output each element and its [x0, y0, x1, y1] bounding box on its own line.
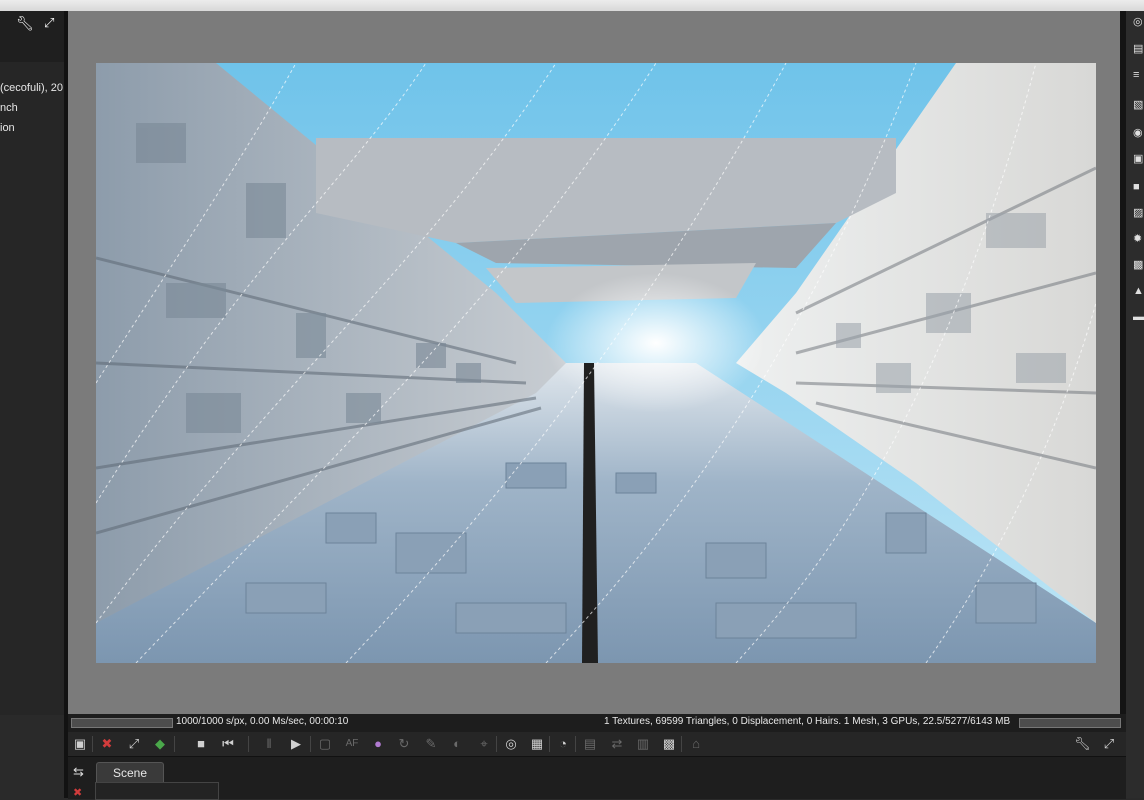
pause-icon[interactable]: ‖	[261, 736, 277, 752]
fit-view-icon[interactable]: ⤢	[126, 736, 142, 752]
nodes-icon[interactable]: ▤	[1133, 42, 1144, 56]
folder-icon[interactable]: ▬	[1133, 310, 1144, 324]
layers-icon[interactable]: ▤	[582, 736, 598, 752]
status-bar: 1000/1000 s/px, 0.00 Ms/sec, 00:00:10 1 …	[68, 714, 1126, 732]
refresh-icon[interactable]: ↻	[396, 736, 412, 752]
grid-icon[interactable]: ▦	[529, 736, 545, 752]
light-icon[interactable]: ✹	[1133, 232, 1144, 246]
focus-icon[interactable]: ⌖	[476, 736, 492, 752]
expand-icon[interactable]: ⤢	[1101, 736, 1117, 752]
render-toolbar: ▣ ✖ ⤢ ◆ ■ ⏮ ‖ ▶ ▢ AF ● ↻ ✎ ◐ ⌖ ◎ ▦ ◔ ▤ ⇄…	[68, 732, 1126, 756]
lock-icon[interactable]: ⌂	[688, 736, 704, 752]
stack-icon[interactable]: ■	[1133, 180, 1144, 194]
material-icon[interactable]: ◐	[449, 736, 465, 752]
checker-icon[interactable]: ▩	[661, 736, 677, 752]
paint-icon[interactable]: ▲	[1133, 284, 1144, 298]
image-icon[interactable]: ▧	[1133, 98, 1144, 112]
af-icon[interactable]: AF	[344, 736, 360, 752]
scene-panel	[95, 782, 219, 800]
play-icon[interactable]: ▶	[288, 736, 304, 752]
region-icon[interactable]: ◎	[503, 736, 519, 752]
restart-icon[interactable]: ⏮	[220, 736, 236, 752]
wrench-icon[interactable]: 🔧︎	[1074, 736, 1091, 752]
bottom-tab-bar	[68, 756, 1126, 799]
picture-icon[interactable]: ▨	[1133, 206, 1144, 220]
cube-icon[interactable]: ◆	[152, 736, 168, 752]
curve-icon[interactable]: ▩	[1133, 258, 1144, 272]
wrench-icon[interactable]: 🔧︎	[16, 15, 34, 32]
save-image-icon[interactable]: ▣	[72, 736, 88, 752]
render-stats-text: 1000/1000 s/px, 0.00 Ms/sec, 00:00:10	[176, 716, 349, 727]
monitor-icon[interactable]: ▢	[317, 736, 333, 752]
transfer-icon[interactable]: ⇄	[609, 736, 625, 752]
picker-icon[interactable]: ✎	[423, 736, 439, 752]
display-icon[interactable]: ▣	[1133, 152, 1144, 166]
left-panel-line-2: nch	[0, 102, 18, 114]
left-panel-header: 🔧︎ ⤢	[0, 11, 66, 62]
memory-bar	[1019, 718, 1121, 728]
expand-icon[interactable]: ⤢	[44, 15, 54, 31]
scene-stats-text: 1 Textures, 69599 Triangles, 0 Displacem…	[604, 716, 1011, 727]
layers-icon[interactable]: ≡	[1133, 68, 1144, 82]
camera-settings-icon[interactable]: ◉	[1133, 126, 1144, 140]
stop-icon[interactable]: ■	[193, 736, 209, 752]
left-panel-line-3: ion	[0, 122, 15, 134]
close-icon[interactable]: ✖	[73, 786, 82, 799]
render-progress-bar	[71, 718, 173, 728]
reset-icon[interactable]: ✖	[99, 736, 115, 752]
swap-icon[interactable]: ⇆	[73, 764, 84, 780]
gauge-icon[interactable]: ◔	[555, 736, 571, 752]
render-image	[96, 63, 1096, 663]
left-panel-line-1: (cecofuli), 20	[0, 82, 63, 94]
stack-icon[interactable]: ▥	[635, 736, 651, 752]
left-panel: 🔧︎ ⤢ (cecofuli), 20 nch ion	[0, 11, 66, 715]
color-icon[interactable]: ●	[370, 736, 386, 752]
camera-icon[interactable]: ◎	[1133, 15, 1144, 29]
tab-scene[interactable]: Scene	[96, 762, 164, 783]
